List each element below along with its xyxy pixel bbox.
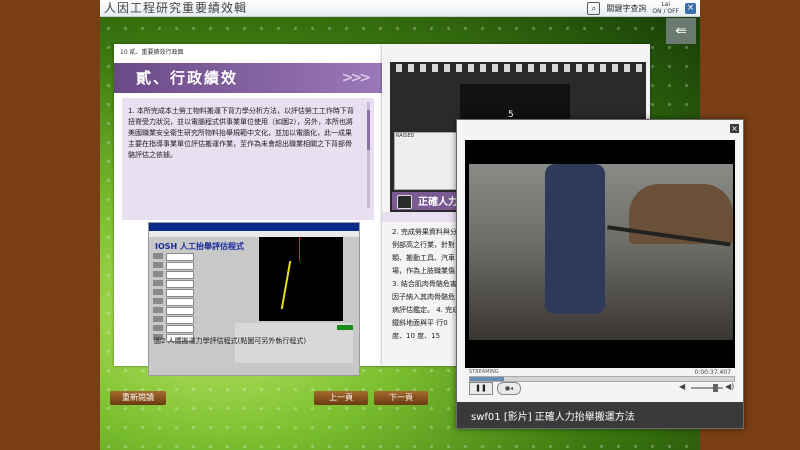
mini-player-label: RAISED: [396, 133, 415, 139]
seek-bar-fill: [470, 377, 505, 381]
figure-app-title: IOSH 人工抬舉評估程式: [155, 242, 245, 251]
search-icon[interactable]: ⌕: [587, 1, 601, 15]
figure-screenshot[interactable]: IOSH 人工抬舉評估程式: [148, 222, 360, 376]
video-frame[interactable]: [469, 164, 733, 340]
video-section-title: 正確人力: [418, 197, 458, 208]
sound-toggle-top: Lai: [661, 1, 670, 8]
reread-button[interactable]: 重新閱讀: [110, 391, 166, 405]
figure-status-indicator: [337, 325, 353, 330]
exit-icon[interactable]: ⇚: [666, 18, 696, 44]
video-popup: × STREAMING 0:00:37.407 ❚❚ ◼◂ ◀ ◀) swf01…: [456, 119, 744, 429]
chapter-title: 貳、行政績效: [136, 69, 239, 87]
popup-close-icon[interactable]: ×: [730, 124, 739, 133]
prev-page-button[interactable]: 上一頁: [314, 391, 368, 405]
right-paragraph-text: 2. 完成勞果資料與分例部高之行業，針對 類、搬動工具、汽車 場，作為上肢職業傷…: [392, 228, 460, 340]
volume-slider[interactable]: [691, 387, 723, 389]
book-left-page: 10 貳、重要績效行政面 貳、行政績效 >>> 1. 本所完成本土勞工物料搬運下…: [114, 44, 382, 376]
stop-rewind-button[interactable]: ◼◂: [497, 382, 521, 395]
volume-knob[interactable]: [713, 384, 718, 392]
left-frame: [0, 0, 100, 450]
figure-red-line: [299, 237, 300, 261]
chapter-banner: 貳、行政績效 >>>: [114, 63, 382, 93]
video-reel-icon: [397, 195, 412, 209]
video-worker: [545, 164, 605, 314]
next-page-button[interactable]: 下一頁: [374, 391, 428, 405]
timecode: 0:00:37.407: [694, 369, 732, 376]
title-bar: 人因工程研究重要績效輯 ⌕ 關鍵字查詢 Lai ON / OFF ×: [100, 0, 700, 17]
keyword-search-button[interactable]: 關鍵字查詢: [606, 3, 646, 14]
figure-menubar: [149, 223, 359, 231]
video-caption: swf01 [影片] 正確人力抬舉搬運方法: [471, 412, 635, 423]
pause-button[interactable]: ❚❚: [469, 382, 493, 395]
mini-video-player[interactable]: [394, 132, 460, 190]
volume-low-icon[interactable]: ◀: [679, 382, 685, 391]
video-caption-bar: swf01 [影片] 正確人力抬舉搬運方法: [457, 402, 743, 428]
sound-toggle[interactable]: Lai ON / OFF: [652, 1, 679, 15]
video-section-button[interactable]: 正確人力: [392, 192, 460, 210]
paragraph-scrollbar[interactable]: [367, 102, 370, 208]
streaming-label: STREAMING: [469, 369, 499, 375]
app-close-icon[interactable]: ×: [685, 2, 696, 14]
film-frame: [460, 84, 570, 124]
app-title: 人因工程研究重要績效輯: [104, 1, 248, 15]
popup-header: [457, 120, 743, 138]
figure-input-fields: [153, 253, 223, 343]
chevron-icon: >>>: [341, 70, 371, 86]
sound-toggle-bottom: ON / OFF: [652, 8, 679, 15]
chapter-header: 10 貳、重要績效行政面: [120, 49, 184, 56]
paragraph-text: 1. 本所完成本土勞工物料搬運下背力學分析方法，以評估勞工工作時下背扭脊受力狀況…: [128, 107, 354, 159]
figure-caption: 圖2 人體搬運力學評估程式(點圖可另外執行程式): [154, 337, 307, 345]
volume-high-icon[interactable]: ◀): [725, 382, 734, 391]
